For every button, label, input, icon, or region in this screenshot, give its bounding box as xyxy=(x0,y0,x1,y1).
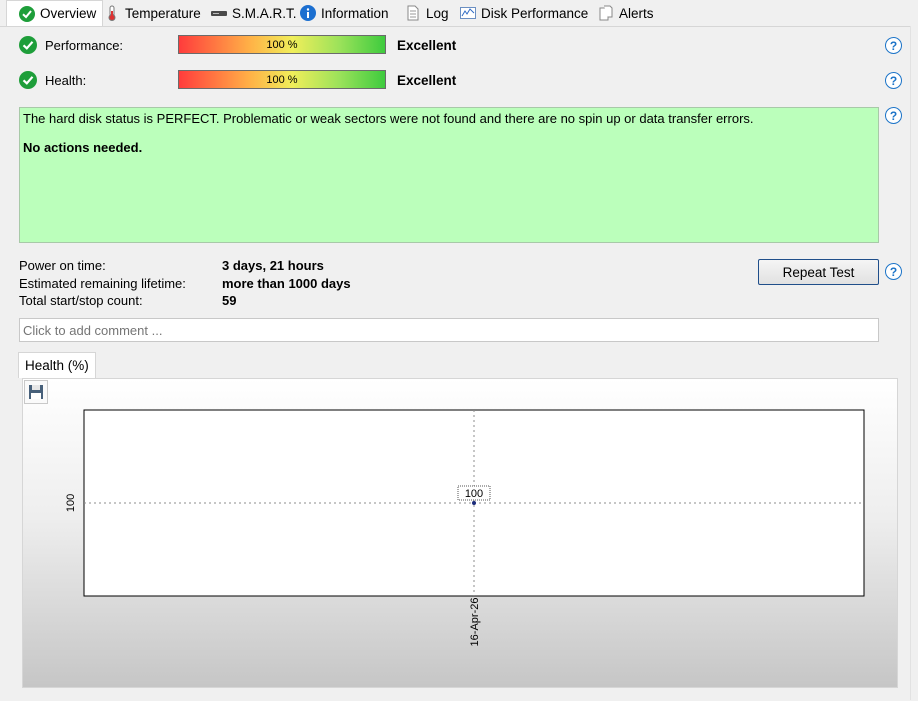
info-icon xyxy=(300,5,316,21)
disk-drive-icon xyxy=(211,11,227,16)
health-rating: Excellent xyxy=(397,73,457,88)
tab-alerts[interactable]: Alerts xyxy=(598,2,654,24)
lifetime-label: Estimated remaining lifetime: xyxy=(19,276,186,291)
tab-information-label: Information xyxy=(321,5,389,21)
status-action: No actions needed. xyxy=(23,140,143,155)
tab-log[interactable]: Log xyxy=(405,2,449,24)
health-bar-text: 100 % xyxy=(266,73,298,86)
startstop-label: Total start/stop count: xyxy=(19,293,143,308)
health-label: Health: xyxy=(45,73,87,88)
tab-information[interactable]: Information xyxy=(300,2,389,24)
repeat-test-help-icon[interactable]: ? xyxy=(885,263,902,280)
tab-overview-label: Overview xyxy=(40,6,97,21)
performance-ok-icon xyxy=(19,36,37,54)
tab-health-percent[interactable]: Health (%) xyxy=(18,352,96,378)
tab-smart-label: S.M.A.R.T. xyxy=(232,5,297,21)
performance-chart-icon xyxy=(460,7,476,19)
tab-alerts-label: Alerts xyxy=(619,5,654,21)
tab-smart[interactable]: S.M.A.R.T. xyxy=(211,2,297,24)
chart-data-label: 100 xyxy=(465,488,483,500)
performance-bar-text: 100 % xyxy=(266,38,298,51)
health-chart: 100 100 16-Apr-26 xyxy=(65,409,865,647)
tab-log-label: Log xyxy=(426,5,449,21)
tab-overview[interactable]: Overview xyxy=(6,0,104,26)
x-tick-label: 16-Apr-26 xyxy=(469,598,481,647)
tab-strip: Overview Temperature S.M.A.R.T. Informat… xyxy=(0,0,918,26)
status-help-icon[interactable]: ? xyxy=(885,107,902,124)
power-on-label: Power on time: xyxy=(19,258,106,273)
performance-help-icon[interactable]: ? xyxy=(885,37,902,54)
startstop-value: 59 xyxy=(222,293,237,308)
performance-label: Performance: xyxy=(45,38,124,53)
tab-temperature[interactable]: Temperature xyxy=(104,2,201,24)
power-on-value: 3 days, 21 hours xyxy=(222,258,324,273)
tab-disk-performance-label: Disk Performance xyxy=(481,5,589,21)
health-ok-icon xyxy=(19,71,37,89)
document-icon xyxy=(407,5,419,21)
health-help-icon[interactable]: ? xyxy=(885,72,902,89)
tab-temperature-label: Temperature xyxy=(125,5,201,21)
repeat-test-button[interactable]: Repeat Test xyxy=(758,259,879,285)
green-check-icon xyxy=(19,5,35,22)
performance-rating: Excellent xyxy=(397,38,457,53)
status-message: The hard disk status is PERFECT. Problem… xyxy=(23,111,754,126)
status-message-box: The hard disk status is PERFECT. Problem… xyxy=(19,107,879,243)
alerts-document-icon xyxy=(599,5,613,21)
tab-disk-performance[interactable]: Disk Performance xyxy=(460,2,588,24)
comment-input[interactable] xyxy=(19,318,879,342)
lifetime-value: more than 1000 days xyxy=(222,276,351,291)
thermometer-icon xyxy=(108,5,116,21)
panel-edge xyxy=(910,26,918,700)
y-tick-label: 100 xyxy=(65,494,77,512)
chart-point xyxy=(472,501,476,505)
performance-bar: 100 % xyxy=(178,35,386,54)
health-bar: 100 % xyxy=(178,70,386,89)
